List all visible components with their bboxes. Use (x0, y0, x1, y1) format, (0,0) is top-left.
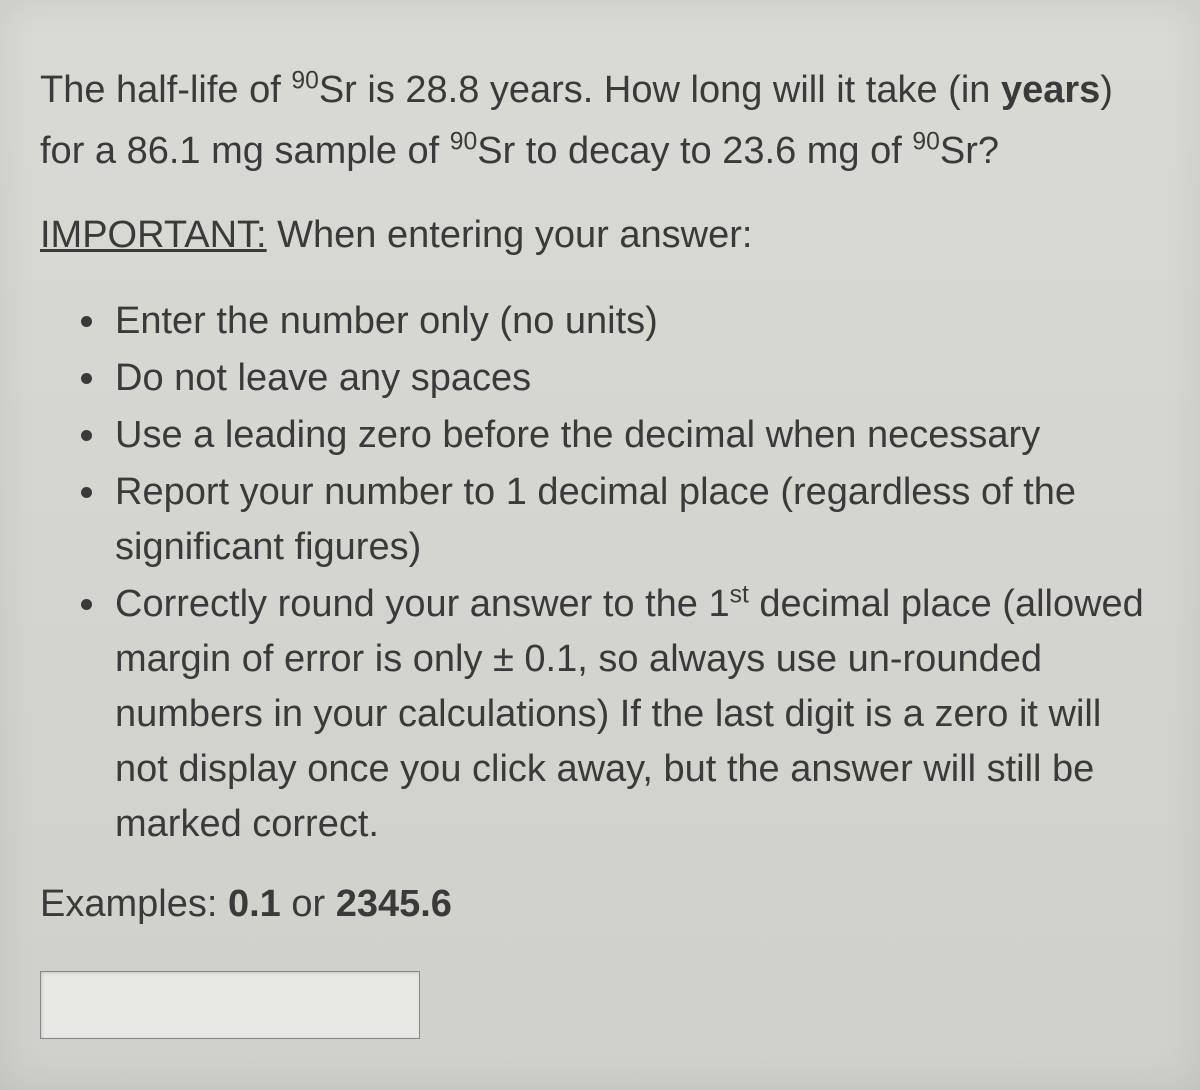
superscript-90-1: 90 (291, 67, 318, 94)
examples-line: Examples: 0.1 or 2345.6 (40, 883, 1160, 926)
question-part4: Sr to decay to 23.6 mg of (477, 130, 912, 172)
question-part5: Sr? (940, 130, 999, 172)
important-label: IMPORTANT: (40, 214, 267, 256)
rule-pre: Correctly round your answer to the 1 (115, 583, 730, 625)
rule-text: Do not leave any spaces (115, 357, 531, 399)
list-item: Enter the number only (no units) (110, 294, 1160, 349)
answer-input[interactable] (40, 971, 420, 1039)
rule-text: Report your number to 1 decimal place (r… (115, 471, 1076, 568)
list-item: Do not leave any spaces (110, 351, 1160, 406)
question-part2: Sr is 28.8 years. How long will it take … (319, 69, 1001, 111)
superscript-st: st (730, 581, 749, 608)
rule-text: Use a leading zero before the decimal wh… (115, 414, 1040, 456)
example-val2: 2345.6 (336, 883, 452, 925)
superscript-90-3: 90 (912, 128, 939, 155)
list-item: Report your number to 1 decimal place (r… (110, 465, 1160, 575)
question-container: The half-life of 90Sr is 28.8 years. How… (0, 0, 1200, 1090)
examples-or: or (281, 883, 336, 925)
list-item: Use a leading zero before the decimal wh… (110, 408, 1160, 463)
superscript-90-2: 90 (450, 128, 477, 155)
bold-years: years (1001, 69, 1100, 111)
example-val1: 0.1 (228, 883, 281, 925)
examples-label: Examples: (40, 883, 228, 925)
list-item: Correctly round your answer to the 1st d… (110, 577, 1160, 852)
rules-list: Enter the number only (no units) Do not … (40, 294, 1160, 853)
rule-text: Enter the number only (no units) (115, 300, 658, 342)
important-line: IMPORTANT: When entering your answer: (40, 207, 1160, 264)
question-part1: The half-life of (40, 69, 291, 111)
question-text: The half-life of 90Sr is 28.8 years. How… (40, 60, 1160, 182)
important-rest: When entering your answer: (267, 214, 753, 256)
